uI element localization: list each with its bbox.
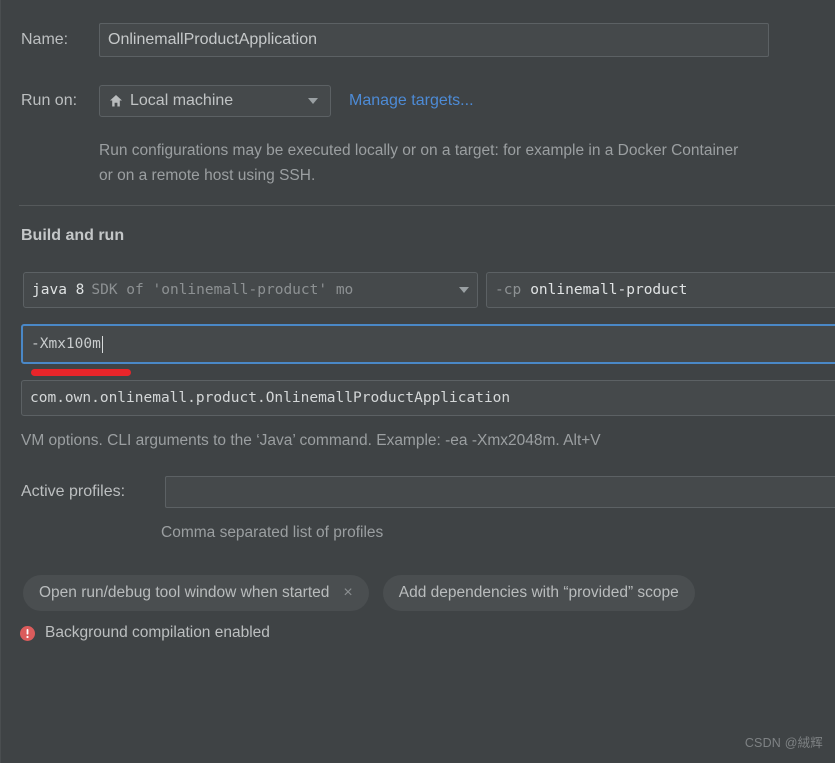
jdk-name: java 8 [32,282,85,298]
chevron-down-icon [459,287,469,293]
chevron-down-icon [308,98,318,104]
status-message: Background compilation enabled [19,624,270,642]
chip-label: Open run/debug tool window when started [39,584,330,601]
jdk-subtitle: SDK of 'onlinemall-product' mo [91,282,354,298]
watermark: CSDN @絨辉 [744,736,823,750]
main-class-field[interactable]: com.own.onlinemall.product.OnlinemallPro… [21,380,835,416]
name-input-value: OnlinemallProductApplication [108,31,317,48]
chip-open-run-debug-tool-window[interactable]: Open run/debug tool window when started … [23,575,369,611]
name-label: Name: [21,31,69,48]
vm-options-value: -Xmx100m [31,336,101,352]
text-cursor [101,335,103,353]
vm-options-input[interactable]: -Xmx100m [21,324,835,364]
run-target-value: Local machine [130,92,234,109]
chip-label: Add dependencies with “provided” scope [398,584,679,601]
run-target-dropdown[interactable]: Local machine [99,85,331,117]
classpath-module: onlinemall-product [530,282,688,298]
active-profiles-input[interactable] [165,476,835,508]
error-icon [19,625,36,642]
run-on-row: Run on: Local machine Manage targets... [21,84,474,118]
main-class-value: com.own.onlinemall.product.OnlinemallPro… [30,390,511,406]
run-on-description: Run configurations may be executed local… [99,142,739,184]
status-text: Background compilation enabled [45,624,270,641]
active-profiles-label: Active profiles: [21,483,126,500]
name-row: Name: OnlinemallProductApplication [21,22,821,58]
chip-add-provided-dependencies[interactable]: Add dependencies with “provided” scope [382,575,695,611]
active-profiles-hint: Comma separated list of profiles [161,524,384,541]
run-configuration-panel: Name: OnlinemallProductApplication Run o… [0,0,835,763]
annotation-underline [31,369,131,376]
name-input[interactable]: OnlinemallProductApplication [99,23,769,57]
vm-options-hint: VM options. CLI arguments to the ‘Java’ … [21,432,601,449]
jdk-dropdown[interactable]: java 8 SDK of 'onlinemall-product' mo [23,272,478,308]
section-title-build-and-run: Build and run [21,227,125,244]
run-on-label: Run on: [21,92,78,109]
section-divider [19,205,835,206]
classpath-field[interactable]: -cp onlinemall-product [486,272,835,308]
options-chip-list: Open run/debug tool window when started … [23,575,695,611]
home-icon [108,93,124,109]
close-icon[interactable]: × [343,585,352,601]
manage-targets-link[interactable]: Manage targets... [349,92,474,110]
classpath-flag: -cp [495,282,522,298]
active-profiles-row: Active profiles: [21,476,835,508]
